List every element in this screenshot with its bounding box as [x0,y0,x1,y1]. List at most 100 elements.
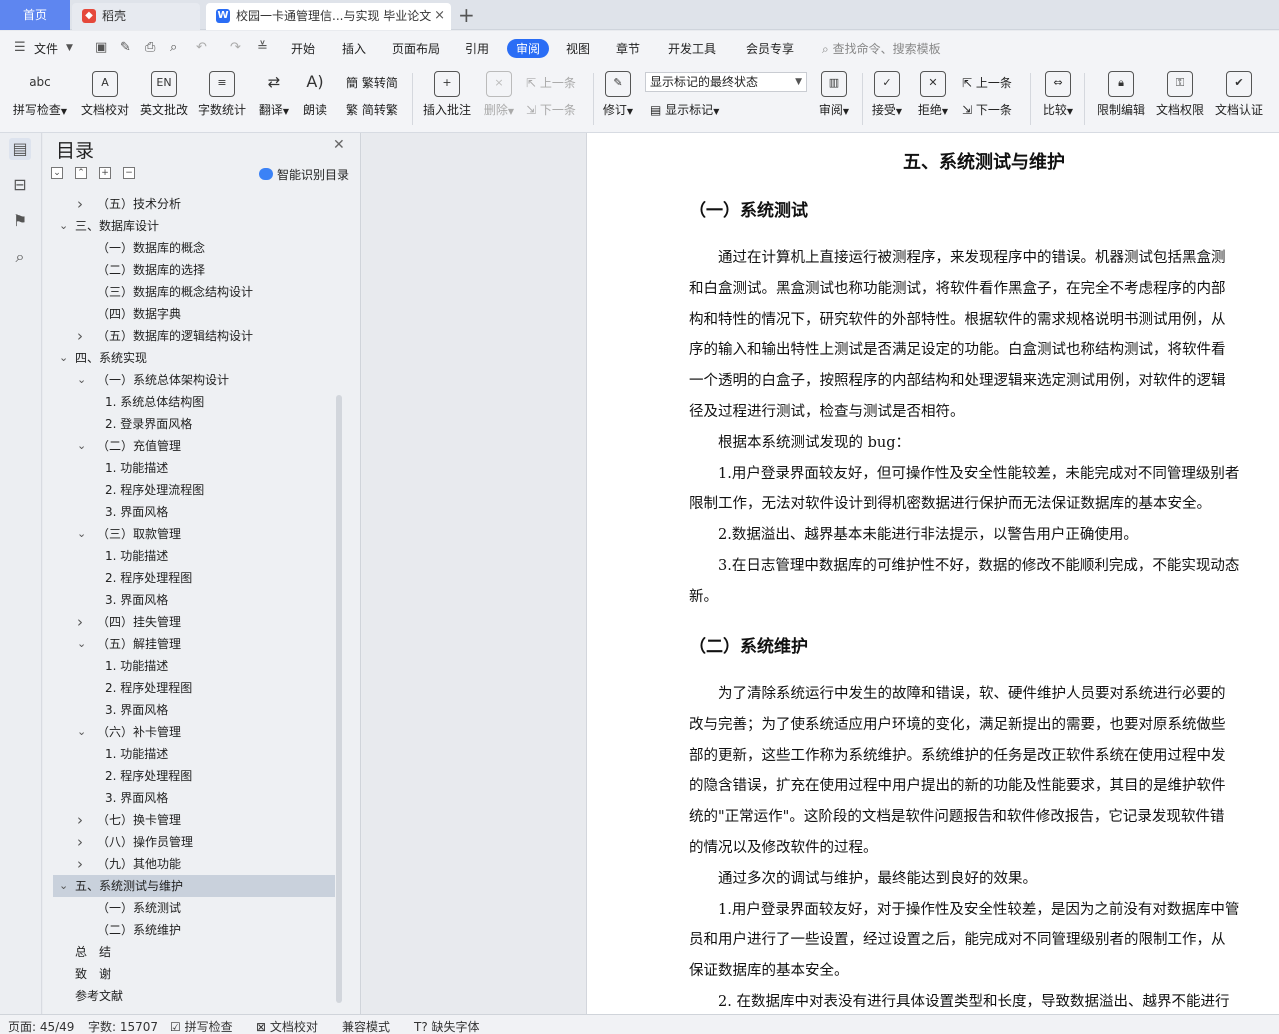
toc-item[interactable]: （三）数据库的概念结构设计 [43,281,335,303]
page-indicator[interactable]: 页面: 45/49 [8,1018,74,1034]
insert-comment-button[interactable]: + 插入批注 [421,71,473,118]
english-review-button[interactable]: EN 英文批改 [139,71,189,118]
chevron-down-icon[interactable]: ▼ [66,43,73,53]
save-icon[interactable]: ▣ [95,40,107,55]
menu-membership[interactable]: 会员专享 [746,40,794,57]
chevron-right-icon[interactable]: › [77,853,83,875]
chevron-down-icon[interactable]: ⌄ [59,875,68,897]
restrict-editing-button[interactable]: 🔒︎ 限制编辑 [1095,71,1147,118]
menu-developer[interactable]: 开发工具 [668,40,716,57]
menu-insert[interactable]: 插入 [342,40,366,57]
new-tab-button[interactable]: + [458,2,475,28]
toc-item[interactable]: （一）数据库的概念 [43,237,335,259]
toc-item[interactable]: 1. 功能描述 [43,457,335,479]
next-comment-button[interactable]: ⇲ 下一条 [526,101,576,118]
toc-item[interactable]: ⌄ （三）取款管理 [43,523,335,545]
tab-document[interactable]: W 校园一卡通管理信...与实现 毕业论文 × [206,3,451,30]
toc-item[interactable]: 2. 程序处理程图 [43,677,335,699]
collapse-all-icon[interactable]: ⌄ [51,167,63,179]
toc-item[interactable]: ⌄ 五、系统测试与维护 [53,875,335,897]
toc-item[interactable]: 3. 界面风格 [43,501,335,523]
menu-file[interactable]: 文件 [34,40,58,57]
chapter-nav-icon[interactable]: ⊟ [9,174,31,196]
command-search[interactable]: ⌕ 查找命令、搜索模板 [822,40,941,57]
accept-button[interactable]: ✓ 接受▼ [869,71,905,118]
toc-item[interactable]: 2. 程序处理程图 [43,567,335,589]
close-icon[interactable]: ✕ [333,137,345,153]
toc-item[interactable]: 参考文献 [43,985,335,1007]
toc-item[interactable]: › （五）数据库的逻辑结构设计 [43,325,335,347]
chevron-down-icon[interactable]: ⌄ [59,215,68,237]
toc-item[interactable]: ⌄ （一）系统总体架构设计 [43,369,335,391]
menu-page-layout[interactable]: 页面布局 [392,40,440,57]
prev-change-button[interactable]: ⇱ 上一条 [962,74,1012,91]
toc-item[interactable]: 3. 界面风格 [43,787,335,809]
menu-home[interactable]: 开始 [291,40,315,57]
simp-to-trad-button[interactable]: 繁 简转繁 [346,101,398,118]
format-painter-icon[interactable]: ✎ [120,40,131,55]
chevron-down-icon[interactable]: ⌄ [77,523,86,545]
more-icon[interactable]: ≚ [257,40,268,55]
doc-certify-button[interactable]: ✔ 文档认证 [1213,71,1265,118]
toc-item[interactable]: › （七）换卡管理 [43,809,335,831]
track-changes-button[interactable]: ✎ 修订▼ [600,71,636,118]
review-pane-button[interactable]: ▥ 审阅▼ [816,71,852,118]
toc-item[interactable]: › （八）操作员管理 [43,831,335,853]
toc-item[interactable]: 2. 程序处理程图 [43,765,335,787]
plus-icon[interactable]: + [99,167,111,179]
read-aloud-button[interactable]: A) 朗读 [300,71,330,118]
hamburger-icon[interactable]: ☰ [14,40,26,55]
toc-item[interactable]: ⌄ （五）解挂管理 [43,633,335,655]
toc-item[interactable]: （一）系统测试 [43,897,335,919]
toc-item[interactable]: ⌄ （二）充值管理 [43,435,335,457]
chevron-down-icon[interactable]: ⌄ [77,721,86,743]
bookmark-icon[interactable]: ⚑ [9,210,31,232]
toc-scrollbar[interactable] [336,395,342,1003]
print-icon[interactable]: ⎙ [145,40,155,55]
status-spell-check[interactable]: ☑ 拼写检查 [170,1018,233,1034]
toc-item[interactable]: 总 结 [43,941,335,963]
show-markup-button[interactable]: ▤ 显示标记▼ [650,101,719,118]
trad-to-simp-button[interactable]: 簡 繁转简 [346,74,398,91]
toc-item[interactable]: › （五）技术分析 [43,193,335,215]
tab-daoke[interactable]: ◆ 稻壳 [72,3,200,30]
toc-item[interactable]: （二）系统维护 [43,919,335,941]
toc-item[interactable]: 1. 功能描述 [43,655,335,677]
toc-panel-icon[interactable]: ▤ [9,138,31,160]
chevron-down-icon[interactable]: ⌄ [59,347,68,369]
chevron-down-icon[interactable]: ⌄ [77,435,86,457]
toc-item[interactable]: 3. 界面风格 [43,589,335,611]
menu-review[interactable]: 审阅 [507,39,550,58]
compare-button[interactable]: ⇔ 比较▼ [1040,71,1076,118]
tab-home[interactable]: 首页 [0,0,70,30]
toc-item[interactable]: （四）数据字典 [43,303,335,325]
doc-proofread-button[interactable]: A 文档校对 [80,71,130,118]
toc-item[interactable]: 1. 系统总体结构图 [43,391,335,413]
toc-item[interactable]: 3. 界面风格 [43,699,335,721]
chevron-right-icon[interactable]: › [77,809,83,831]
toc-item[interactable]: ⌄ 四、系统实现 [43,347,335,369]
toc-item[interactable]: 2. 登录界面风格 [43,413,335,435]
reject-button[interactable]: ✕ 拒绝▼ [915,71,951,118]
undo-icon[interactable]: ↶ [196,40,207,55]
chevron-right-icon[interactable]: › [77,831,83,853]
prev-comment-button[interactable]: ⇱ 上一条 [526,74,576,91]
doc-permission-button[interactable]: ⚿ 文档权限 [1154,71,1206,118]
redo-icon[interactable]: ↷ [230,40,241,55]
menu-chapter[interactable]: 章节 [616,40,640,57]
toc-item[interactable]: 致 谢 [43,963,335,985]
missing-font[interactable]: T? 缺失字体 [414,1018,480,1034]
toc-item[interactable]: › （四）挂失管理 [43,611,335,633]
search-icon[interactable]: ⌕ [9,246,31,268]
toc-item[interactable]: 1. 功能描述 [43,743,335,765]
menu-view[interactable]: 视图 [566,40,590,57]
toc-item[interactable]: 1. 功能描述 [43,545,335,567]
toc-item[interactable]: › （九）其他功能 [43,853,335,875]
smart-toc-button[interactable]: 智能识别目录 [259,166,349,183]
close-tab-icon[interactable]: × [434,3,445,29]
print-preview-icon[interactable]: ⌕ [170,40,177,55]
chevron-right-icon[interactable]: › [77,193,83,215]
delete-comment-button[interactable]: × 删除▼ [481,71,517,118]
translate-button[interactable]: ⇄ 翻译▼ [256,71,292,118]
chevron-right-icon[interactable]: › [77,325,83,347]
